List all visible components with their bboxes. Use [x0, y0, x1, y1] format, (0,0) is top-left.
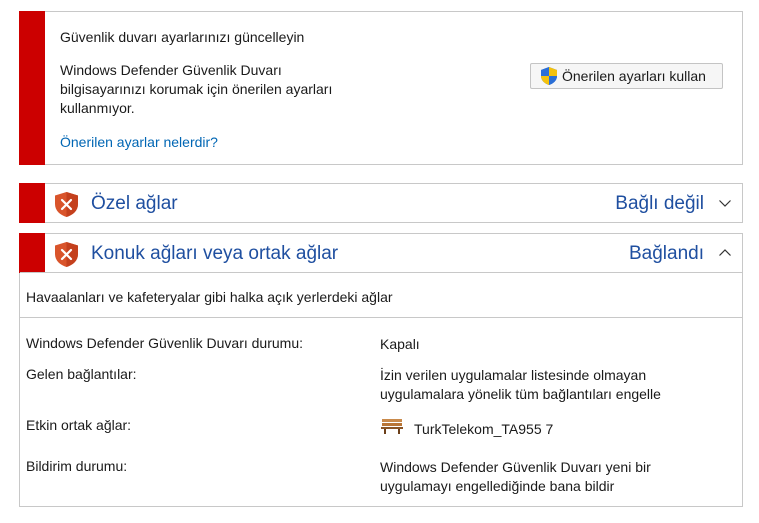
park-bench-icon [381, 419, 403, 434]
incoming-connections-value: İzin verilen uygulamalar listesinde olma… [380, 367, 661, 402]
use-recommended-settings-label: Önerilen ayarları kullan [562, 68, 706, 84]
private-networks-title: Özel ağlar [91, 193, 178, 214]
recommended-settings-link[interactable]: Önerilen ayarlar nelerdir? [60, 134, 218, 150]
private-networks-status: Bağlı değil [615, 193, 704, 214]
guest-description-row: Havaalanları ve kafeteryalar gibi halka … [20, 272, 742, 318]
red-shield-x-icon [55, 242, 78, 267]
warning-description: Windows Defender Güvenlik Duvarı bilgisa… [60, 62, 333, 116]
notification-state-value: Windows Defender Güvenlik Duvarı yeni bi… [380, 459, 651, 494]
notification-state-label: Bildirim durumu: [26, 458, 128, 474]
incoming-connections-label: Gelen bağlantılar: [26, 366, 137, 382]
guest-networks-header[interactable]: Konuk ağları veya ortak ağlar Bağlandı [20, 234, 742, 272]
private-networks-header[interactable]: Özel ağlar Bağlı değil [20, 184, 742, 222]
active-public-networks-label: Etkin ortak ağlar: [26, 417, 132, 433]
chevron-up-icon[interactable] [718, 246, 732, 260]
firewall-state-label: Windows Defender Güvenlik Duvarı durumu: [26, 335, 304, 351]
guest-networks-title: Konuk ağları veya ortak ağlar [91, 243, 339, 264]
red-shield-x-icon [55, 192, 78, 217]
firewall-warning-panel: Güvenlik duvarı ayarlarınızı güncelleyin… [19, 11, 743, 165]
firewall-state-value: Kapalı [380, 336, 420, 352]
use-recommended-settings-button[interactable]: Önerilen ayarları kullan [530, 63, 723, 89]
guest-public-networks-section: Konuk ağları veya ortak ağlar Bağlandı H… [19, 233, 743, 507]
private-networks-section: Özel ağlar Bağlı değil [19, 183, 743, 223]
chevron-down-icon[interactable] [718, 196, 732, 210]
active-public-network-name: TurkTelekom_TA955 7 [414, 421, 554, 437]
guest-networks-description: Havaalanları ve kafeteryalar gibi halka … [26, 289, 393, 305]
warning-title: Güvenlik duvarı ayarlarınızı güncelleyin [60, 29, 305, 45]
warning-stripe [19, 11, 45, 165]
guest-networks-status: Bağlandı [628, 243, 704, 264]
uac-shield-icon [541, 67, 557, 85]
